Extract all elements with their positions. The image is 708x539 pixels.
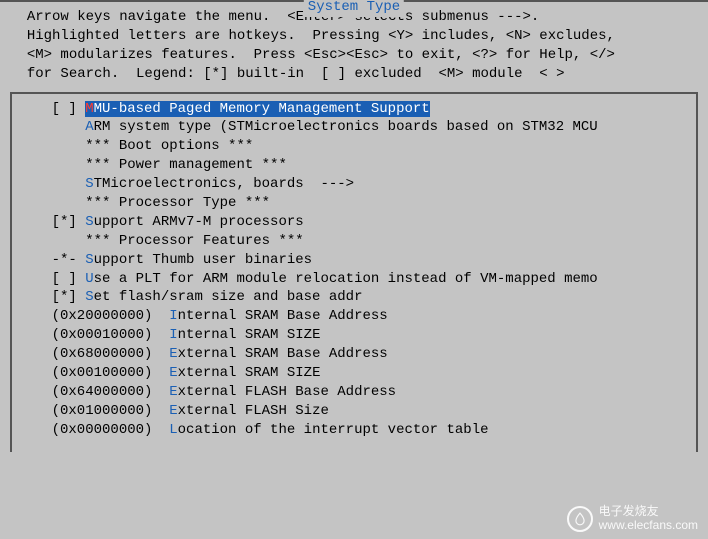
menu-item-label: Internal SRAM Base Address xyxy=(169,308,387,324)
menu-item-prefix: (0x00000000) xyxy=(18,422,169,438)
menu-item[interactable]: *** Processor Features *** xyxy=(16,232,692,251)
menu-item-prefix: [ ] xyxy=(18,271,85,287)
menu-item-prefix: [*] xyxy=(18,214,85,230)
menu-item-text: nternal SRAM SIZE xyxy=(178,327,321,343)
menu-item-label: *** Processor Type *** xyxy=(85,195,270,211)
menu-item-prefix: -*- xyxy=(18,252,85,268)
menu-item-label: STMicroelectronics, boards ---> xyxy=(85,176,354,192)
help-text: Arrow keys navigate the menu. <Enter> se… xyxy=(10,6,698,92)
menu-item-label: Support Thumb user binaries xyxy=(85,252,312,268)
menu-item[interactable]: (0x01000000) External FLASH Size xyxy=(16,402,692,421)
menu-item-text: RM system type (STMicroelectronics board… xyxy=(94,119,598,135)
window-title: System Type xyxy=(304,0,404,17)
menu-item[interactable]: (0x00000000) Location of the interrupt v… xyxy=(16,421,692,440)
menu-item-label: Set flash/sram size and base addr xyxy=(85,289,362,305)
menu-item-label: *** Boot options *** xyxy=(85,138,253,154)
menu-item-label: MMU-based Paged Memory Management Suppor… xyxy=(85,101,429,117)
menu-item-hotkey: S xyxy=(85,176,93,192)
menu-item[interactable]: [*] Support ARMv7-M processors xyxy=(16,213,692,232)
menu-item-prefix: (0x64000000) xyxy=(18,384,169,400)
menu-item[interactable]: (0x00100000) External SRAM SIZE xyxy=(16,364,692,383)
menu-item[interactable]: [ ] MMU-based Paged Memory Management Su… xyxy=(16,100,692,119)
menu-item-label: ARM system type (STMicroelectronics boar… xyxy=(85,119,598,135)
menu-item-text: nternal SRAM Base Address xyxy=(178,308,388,324)
menu-item-prefix xyxy=(18,176,85,192)
watermark-line1: 电子发烧友 xyxy=(599,505,698,519)
menu-item-text: upport ARMv7-M processors xyxy=(94,214,304,230)
menu-item[interactable]: [*] Set flash/sram size and base addr xyxy=(16,288,692,307)
menu-item-prefix xyxy=(18,157,85,173)
menu-item[interactable]: (0x20000000) Internal SRAM Base Address xyxy=(16,307,692,326)
menu-item-prefix: (0x20000000) xyxy=(18,308,169,324)
menu-item-hotkey: I xyxy=(169,327,177,343)
menu-list: [ ] MMU-based Paged Memory Management Su… xyxy=(10,92,698,452)
menu-item-hotkey: A xyxy=(85,119,93,135)
menu-item-label: *** Power management *** xyxy=(85,157,287,173)
menu-item-prefix xyxy=(18,138,85,154)
menu-item[interactable]: -*- Support Thumb user binaries xyxy=(16,251,692,270)
menu-item-prefix xyxy=(18,233,85,249)
menu-item[interactable]: STMicroelectronics, boards ---> xyxy=(16,175,692,194)
menu-item-text: upport Thumb user binaries xyxy=(94,252,312,268)
menu-item-hotkey: M xyxy=(85,101,93,117)
menu-item-hotkey: E xyxy=(169,346,177,362)
menu-item-label: Internal SRAM SIZE xyxy=(169,327,320,343)
menu-item[interactable]: (0x68000000) External SRAM Base Address xyxy=(16,345,692,364)
menu-item-text: MU-based Paged Memory Management Support xyxy=(94,101,430,117)
menu-item-text: ocation of the interrupt vector table xyxy=(178,422,489,438)
menu-item[interactable]: ARM system type (STMicroelectronics boar… xyxy=(16,118,692,137)
menu-item-prefix: (0x68000000) xyxy=(18,346,169,362)
water-drop-icon xyxy=(567,506,593,532)
menu-item-hotkey: L xyxy=(169,422,177,438)
menu-item-prefix: (0x00100000) xyxy=(18,365,169,381)
menu-item-label: External SRAM Base Address xyxy=(169,346,387,362)
menu-item-prefix: (0x00010000) xyxy=(18,327,169,343)
menu-item-prefix: [*] xyxy=(18,289,85,305)
menu-item-hotkey: I xyxy=(169,308,177,324)
menu-item-text: xternal SRAM SIZE xyxy=(178,365,321,381)
menu-item[interactable]: *** Boot options *** xyxy=(16,137,692,156)
menu-item-text: xternal SRAM Base Address xyxy=(178,346,388,362)
menu-item-label: External SRAM SIZE xyxy=(169,365,320,381)
menu-item[interactable]: (0x00010000) Internal SRAM SIZE xyxy=(16,326,692,345)
menu-item-label: External FLASH Size xyxy=(169,403,329,419)
menu-item-hotkey: E xyxy=(169,365,177,381)
menu-item-label: Support ARMv7-M processors xyxy=(85,214,303,230)
menu-item-text: TMicroelectronics, boards ---> xyxy=(94,176,354,192)
menu-item[interactable]: *** Processor Type *** xyxy=(16,194,692,213)
menu-item-hotkey: U xyxy=(85,271,93,287)
menu-item-text: *** Power management *** xyxy=(85,157,287,173)
menu-item-label: Use a PLT for ARM module relocation inst… xyxy=(85,271,598,287)
watermark: 电子发烧友 www.elecfans.com xyxy=(567,505,698,533)
menu-item[interactable]: *** Power management *** xyxy=(16,156,692,175)
menu-item-prefix xyxy=(18,195,85,211)
menu-item-prefix: [ ] xyxy=(18,101,85,117)
menu-item-label: Location of the interrupt vector table xyxy=(169,422,488,438)
menu-item-text: xternal FLASH Base Address xyxy=(178,384,396,400)
menu-item-text: *** Boot options *** xyxy=(85,138,253,154)
watermark-line2: www.elecfans.com xyxy=(599,519,698,533)
menu-item-hotkey: E xyxy=(169,403,177,419)
menu-item-text: *** Processor Features *** xyxy=(85,233,303,249)
menu-item-hotkey: S xyxy=(85,214,93,230)
menu-item-prefix xyxy=(18,119,85,135)
menu-item-text: xternal FLASH Size xyxy=(178,403,329,419)
menu-item-text: *** Processor Type *** xyxy=(85,195,270,211)
menu-item-text: et flash/sram size and base addr xyxy=(94,289,363,305)
menu-item-label: External FLASH Base Address xyxy=(169,384,396,400)
menu-item-label: *** Processor Features *** xyxy=(85,233,303,249)
menu-item-hotkey: S xyxy=(85,289,93,305)
menu-item[interactable]: [ ] Use a PLT for ARM module relocation … xyxy=(16,270,692,289)
menu-item-hotkey: S xyxy=(85,252,93,268)
menu-item-hotkey: E xyxy=(169,384,177,400)
menu-item[interactable]: (0x64000000) External FLASH Base Address xyxy=(16,383,692,402)
menu-item-text: se a PLT for ARM module relocation inste… xyxy=(94,271,598,287)
menu-item-prefix: (0x01000000) xyxy=(18,403,169,419)
menuconfig-window: System Type Arrow keys navigate the menu… xyxy=(0,0,708,460)
